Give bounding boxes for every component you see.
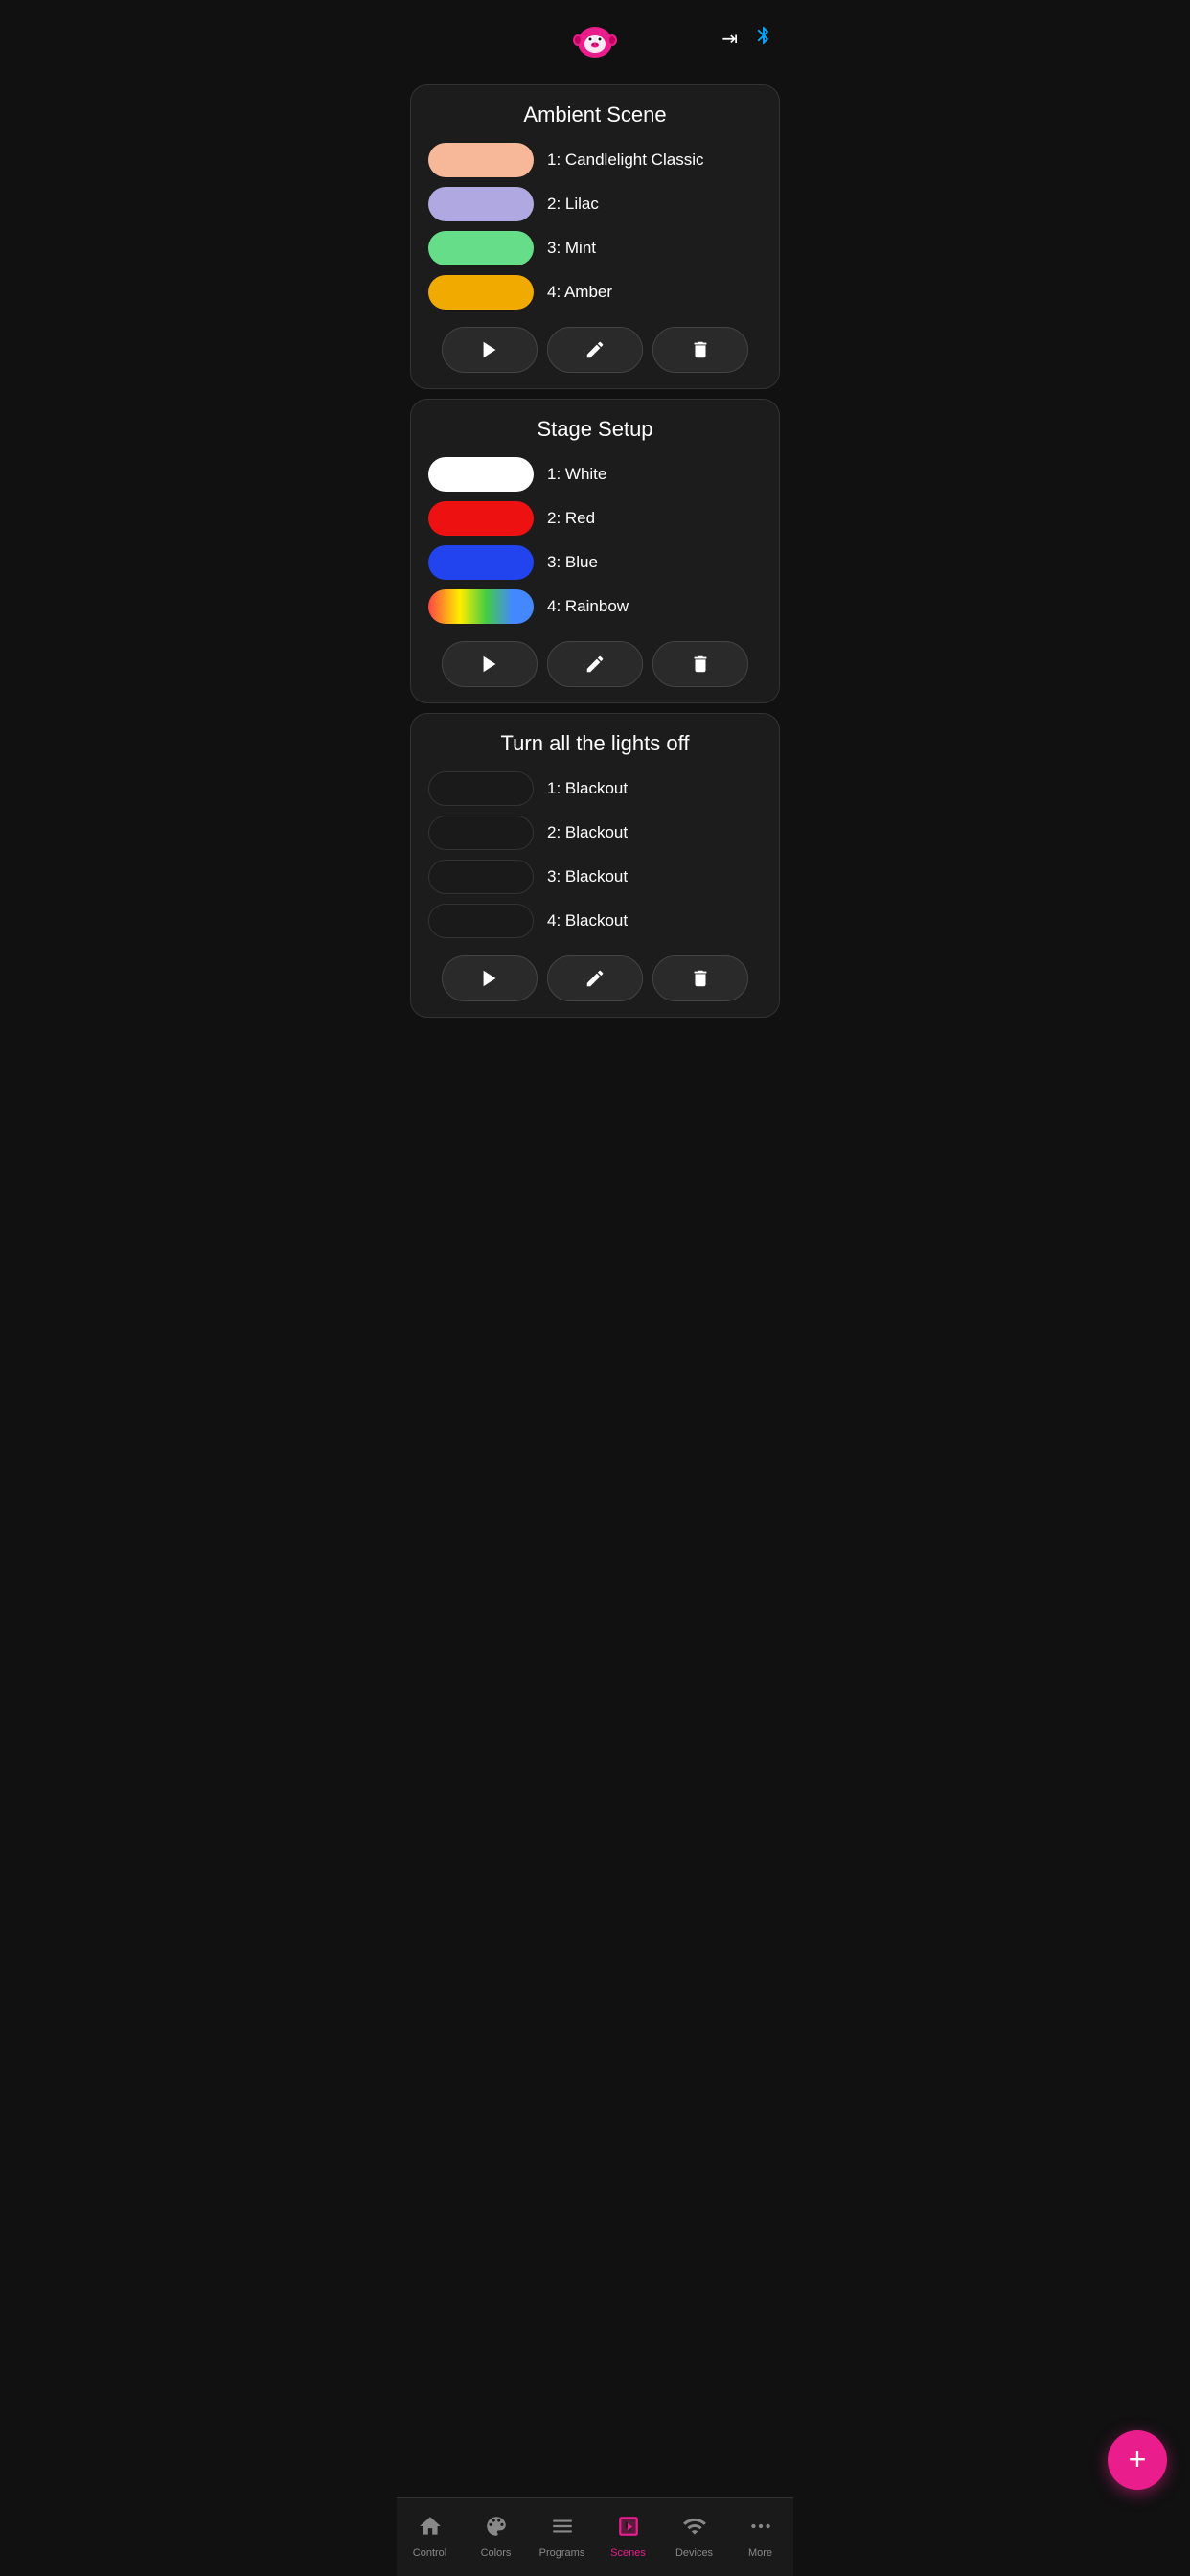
color-row: 3: Blackout xyxy=(428,860,762,894)
nav-label-colors: Colors xyxy=(481,2547,512,2559)
login-icon[interactable]: ⇥ xyxy=(721,27,738,51)
play-square-icon xyxy=(616,2514,641,2543)
color-swatch-1 xyxy=(428,143,534,177)
color-row: 3: Mint xyxy=(428,231,762,265)
color-swatch-blackout-1 xyxy=(428,771,534,806)
color-row: 4: Blackout xyxy=(428,904,762,938)
scene-title-ambient: Ambient Scene xyxy=(428,103,762,127)
color-swatch-blackout-4 xyxy=(428,904,534,938)
bluetooth-icon[interactable] xyxy=(753,25,774,52)
scene-actions-stage xyxy=(428,641,762,687)
play-button[interactable] xyxy=(442,327,538,373)
header: ⇥ xyxy=(397,0,793,77)
color-row: 2: Blackout xyxy=(428,816,762,850)
nav-label-more: More xyxy=(748,2547,772,2559)
color-row: 4: Rainbow xyxy=(428,589,762,624)
color-swatch-3 xyxy=(428,231,534,265)
scene-actions-ambient xyxy=(428,327,762,373)
color-swatch-blue xyxy=(428,545,534,580)
app-logo xyxy=(570,15,620,65)
delete-button[interactable] xyxy=(652,327,748,373)
color-swatch-red xyxy=(428,501,534,536)
color-label-blue: 3: Blue xyxy=(547,553,598,572)
color-list-lights-off: 1: Blackout 2: Blackout 3: Blackout 4: B… xyxy=(428,771,762,938)
scene-card-stage: Stage Setup 1: White 2: Red 3: Blue 4: R… xyxy=(410,399,780,703)
color-swatch-blackout-3 xyxy=(428,860,534,894)
color-row: 1: Blackout xyxy=(428,771,762,806)
color-list-stage: 1: White 2: Red 3: Blue 4: Rainbow xyxy=(428,457,762,624)
edit-button[interactable] xyxy=(547,641,643,687)
color-label-3: 3: Mint xyxy=(547,239,596,258)
color-row: 1: White xyxy=(428,457,762,492)
header-actions: ⇥ xyxy=(721,25,774,52)
color-row: 2: Lilac xyxy=(428,187,762,221)
color-label-2: 2: Lilac xyxy=(547,195,599,214)
menu-icon xyxy=(550,2514,575,2543)
color-label-red: 2: Red xyxy=(547,509,595,528)
nav-item-scenes[interactable]: Scenes xyxy=(595,2498,661,2566)
color-row: 1: Candlelight Classic xyxy=(428,143,762,177)
nav-label-devices: Devices xyxy=(675,2547,713,2559)
color-label-blackout-1: 1: Blackout xyxy=(547,779,628,798)
devices-icon xyxy=(682,2514,707,2543)
delete-button[interactable] xyxy=(652,955,748,1001)
nav-label-programs: Programs xyxy=(539,2547,585,2559)
color-label-blackout-3: 3: Blackout xyxy=(547,867,628,886)
color-label-blackout-4: 4: Blackout xyxy=(547,911,628,931)
scene-actions-lights-off xyxy=(428,955,762,1001)
play-button[interactable] xyxy=(442,955,538,1001)
color-label-white: 1: White xyxy=(547,465,606,484)
color-row: 2: Red xyxy=(428,501,762,536)
bottom-navigation: Control Colors Programs Scenes xyxy=(397,2497,793,2576)
color-row: 3: Blue xyxy=(428,545,762,580)
more-dots-icon xyxy=(748,2514,773,2543)
nav-item-control[interactable]: Control xyxy=(397,2498,463,2566)
color-swatch-4 xyxy=(428,275,534,310)
color-swatch-rainbow xyxy=(428,589,534,624)
play-button[interactable] xyxy=(442,641,538,687)
edit-button[interactable] xyxy=(547,327,643,373)
color-label-blackout-2: 2: Blackout xyxy=(547,823,628,842)
delete-button[interactable] xyxy=(652,641,748,687)
nav-item-more[interactable]: More xyxy=(727,2498,793,2566)
color-swatch-blackout-2 xyxy=(428,816,534,850)
nav-item-programs[interactable]: Programs xyxy=(529,2498,595,2566)
color-swatch-white xyxy=(428,457,534,492)
scene-title-stage: Stage Setup xyxy=(428,417,762,442)
nav-item-colors[interactable]: Colors xyxy=(463,2498,529,2566)
plus-icon: + xyxy=(1129,2444,1147,2474)
color-label-4: 4: Amber xyxy=(547,283,612,302)
color-list-ambient: 1: Candlelight Classic 2: Lilac 3: Mint … xyxy=(428,143,762,310)
nav-item-devices[interactable]: Devices xyxy=(661,2498,727,2566)
color-label-rainbow: 4: Rainbow xyxy=(547,597,629,616)
color-label-1: 1: Candlelight Classic xyxy=(547,150,703,170)
add-scene-fab[interactable]: + xyxy=(1108,2430,1167,2490)
color-swatch-2 xyxy=(428,187,534,221)
scenes-list: Ambient Scene 1: Candlelight Classic 2: … xyxy=(397,77,793,1114)
scene-card-lights-off: Turn all the lights off 1: Blackout 2: B… xyxy=(410,713,780,1018)
palette-icon xyxy=(484,2514,509,2543)
scene-title-lights-off: Turn all the lights off xyxy=(428,731,762,756)
scene-card-ambient: Ambient Scene 1: Candlelight Classic 2: … xyxy=(410,84,780,389)
edit-button[interactable] xyxy=(547,955,643,1001)
house-icon xyxy=(418,2514,443,2543)
color-row: 4: Amber xyxy=(428,275,762,310)
nav-label-control: Control xyxy=(413,2547,446,2559)
nav-label-scenes: Scenes xyxy=(610,2547,646,2559)
